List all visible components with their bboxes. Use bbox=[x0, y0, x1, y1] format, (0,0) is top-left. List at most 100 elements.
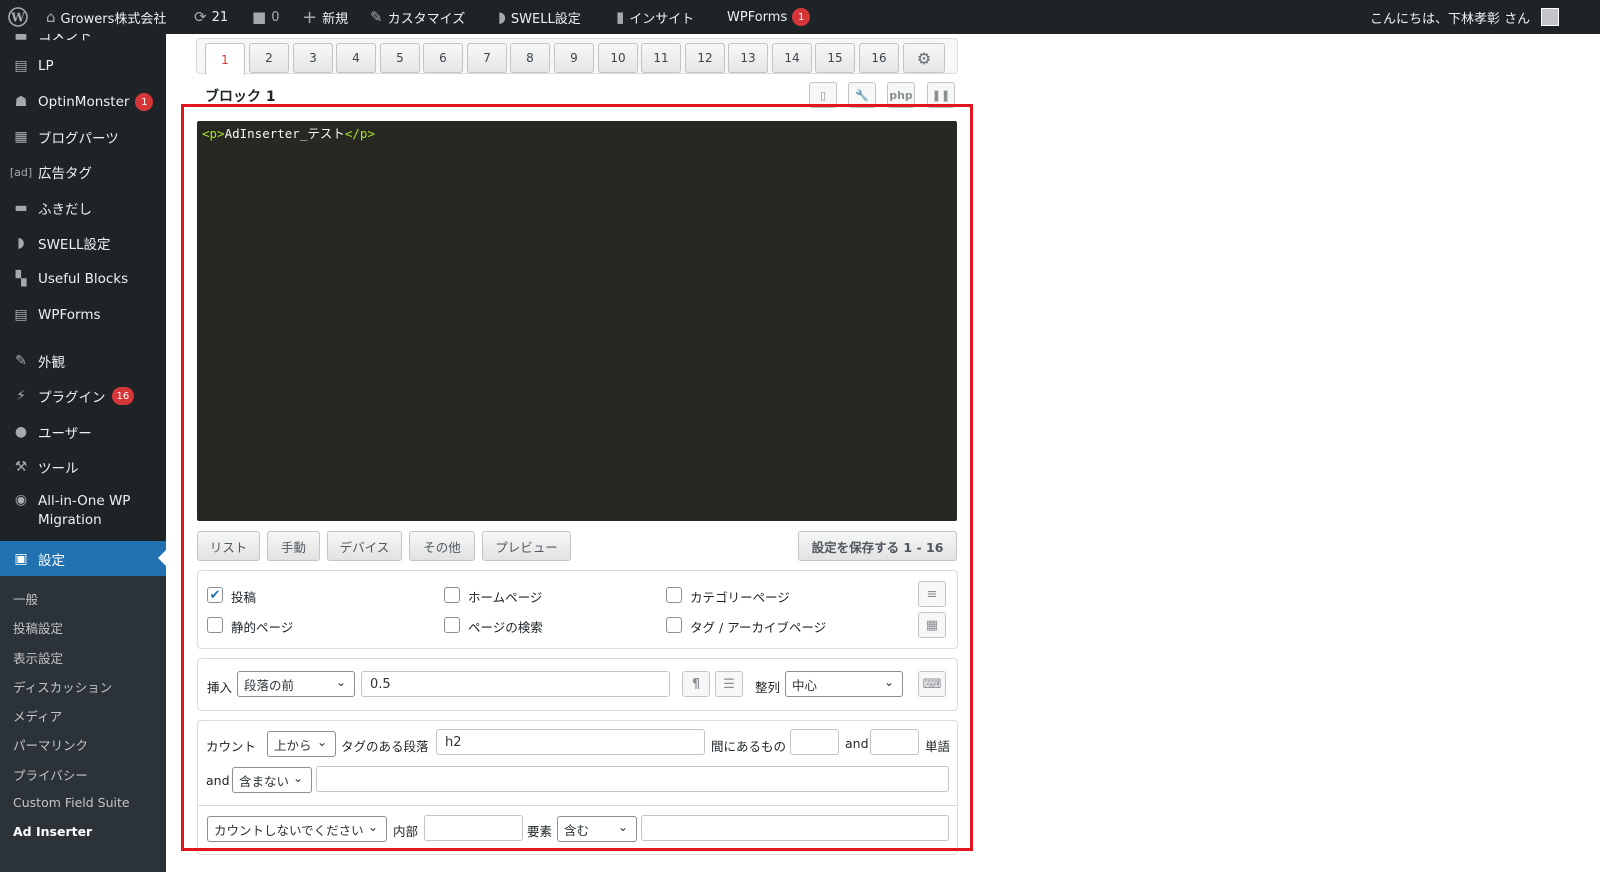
tab-8[interactable]: 8 bbox=[510, 43, 550, 73]
current-arrow bbox=[158, 550, 166, 566]
php-toggle-button[interactable]: php bbox=[887, 82, 915, 108]
include-select[interactable]: 含む ⌄ bbox=[557, 816, 637, 842]
sidebar-item-lp[interactable]: ▤ LP bbox=[0, 54, 166, 78]
submenu-discussion[interactable]: ディスカッション bbox=[13, 677, 112, 696]
sidebar-item-migration[interactable]: ◉ All-in-One WP Migration bbox=[0, 492, 166, 532]
tag-archive-label: タグ / アーカイブページ bbox=[690, 620, 827, 635]
comments-link[interactable]: ■ 0 bbox=[252, 0, 279, 34]
manual-button[interactable]: 手動 bbox=[267, 531, 320, 561]
chevron-down-icon: ⌄ bbox=[883, 675, 894, 689]
settings-gear-icon[interactable]: ⚙ bbox=[903, 43, 945, 73]
ad-icon: [ad] bbox=[9, 165, 33, 179]
new-content-link[interactable]: + 新規 bbox=[302, 0, 348, 34]
user-greeting[interactable]: こんにちは、下林孝彰 さん bbox=[1370, 0, 1560, 34]
other-button[interactable]: その他 bbox=[409, 531, 475, 561]
posts-checkbox[interactable]: ✔ bbox=[207, 587, 223, 603]
search-page-checkbox[interactable] bbox=[444, 617, 460, 633]
device-button[interactable]: デバイス bbox=[327, 531, 402, 561]
brush-icon: ✎ bbox=[370, 8, 383, 26]
contains-select[interactable]: 含まない ⌄ bbox=[232, 767, 312, 793]
sidebar-item-blog-parts[interactable]: ▦ ブログパーツ bbox=[0, 125, 166, 149]
tab-7[interactable]: 7 bbox=[467, 43, 507, 73]
widget-icon[interactable]: ▯ bbox=[809, 82, 837, 108]
max-words-input[interactable] bbox=[870, 729, 919, 755]
tab-12[interactable]: 12 bbox=[685, 43, 725, 73]
sidebar-item-useful-blocks[interactable]: ▚ Useful Blocks bbox=[0, 267, 166, 291]
sidebar-item-ad-tag[interactable]: [ad] 広告タグ bbox=[0, 160, 166, 184]
preview-button[interactable]: プレビュー bbox=[482, 531, 571, 561]
sidebar-item-comments[interactable]: ■ コメント bbox=[0, 34, 166, 44]
submenu-privacy[interactable]: プライバシー bbox=[13, 765, 88, 784]
keyboard-icon[interactable]: ⌨ bbox=[918, 671, 946, 697]
min-words-input[interactable] bbox=[790, 729, 839, 755]
save-settings-button[interactable]: 設定を保存する 1 - 16 bbox=[798, 531, 957, 561]
customize-link[interactable]: ✎ カスタマイズ bbox=[370, 0, 465, 34]
sidebar-item-optinmonster[interactable]: ☗ OptinMonster 1 bbox=[0, 90, 166, 114]
submenu-general[interactable]: 一般 bbox=[13, 589, 38, 608]
element-input[interactable] bbox=[641, 815, 949, 841]
comment-icon: ■ bbox=[14, 34, 28, 42]
tab-6[interactable]: 6 bbox=[423, 43, 463, 73]
submenu-permalink[interactable]: パーマリンク bbox=[13, 735, 88, 754]
submenu-reading[interactable]: 表示設定 bbox=[13, 648, 63, 667]
code-line: <p>AdInserter_テスト</p> bbox=[202, 126, 375, 141]
sidebar-item-swell[interactable]: ◗ SWELL設定 bbox=[0, 231, 166, 255]
refresh-icon: ⟳ bbox=[194, 8, 207, 26]
wordpress-logo-icon[interactable]: W bbox=[8, 0, 28, 34]
qr-grid-icon[interactable]: ▦ bbox=[918, 612, 946, 638]
no-count-select[interactable]: カウントしないでください ⌄ bbox=[207, 816, 387, 842]
wrench-icon[interactable]: 🔧 bbox=[848, 82, 876, 108]
insertion-select[interactable]: 段落の前 ⌄ bbox=[237, 671, 355, 697]
tab-15[interactable]: 15 bbox=[815, 43, 855, 73]
tag-input[interactable]: h2 bbox=[436, 729, 705, 755]
tab-11[interactable]: 11 bbox=[641, 43, 681, 73]
tab-16[interactable]: 16 bbox=[859, 43, 899, 73]
tab-4[interactable]: 4 bbox=[336, 43, 376, 73]
sidebar-item-balloon[interactable]: ▬ ふきだし bbox=[0, 196, 166, 220]
updates-link[interactable]: ⟳ 21 bbox=[194, 0, 228, 34]
sidebar-item-wpforms[interactable]: ▤ WPForms bbox=[0, 303, 166, 327]
tab-14[interactable]: 14 bbox=[772, 43, 812, 73]
wpforms-link[interactable]: WPForms 1 bbox=[727, 0, 811, 34]
paragraph-icon[interactable]: ¶ bbox=[682, 671, 710, 697]
tab-9[interactable]: 9 bbox=[554, 43, 594, 73]
swell-settings-link[interactable]: ◗ SWELL設定 bbox=[498, 0, 581, 34]
category-page-label: カテゴリーページ bbox=[690, 590, 790, 605]
category-page-checkbox[interactable] bbox=[666, 587, 682, 603]
sidebar-item-appearance[interactable]: ✎ 外観 bbox=[0, 349, 166, 373]
tab-3[interactable]: 3 bbox=[293, 43, 333, 73]
code-editor[interactable]: <p>AdInserter_テスト</p> bbox=[197, 121, 957, 521]
alignment-select[interactable]: 中心 ⌄ bbox=[785, 671, 903, 697]
submenu-writing[interactable]: 投稿設定 bbox=[13, 618, 63, 637]
sidebar-item-tools[interactable]: ⚒ ツール bbox=[0, 455, 166, 479]
sidebar-item-settings[interactable]: ▣ 設定 bbox=[0, 541, 166, 576]
tag-archive-checkbox[interactable] bbox=[666, 617, 682, 633]
list-lines-icon[interactable]: ≡ bbox=[918, 581, 946, 607]
sidebar-item-users[interactable]: ● ユーザー bbox=[0, 420, 166, 444]
tab-13[interactable]: 13 bbox=[728, 43, 768, 73]
list-button[interactable]: リスト bbox=[197, 531, 260, 561]
static-page-checkbox[interactable] bbox=[207, 617, 223, 633]
tab-2[interactable]: 2 bbox=[249, 43, 289, 73]
insert-label: 挿入 bbox=[207, 680, 233, 695]
homepage-checkbox[interactable] bbox=[444, 587, 460, 603]
insight-link[interactable]: ▮ インサイト bbox=[616, 0, 694, 34]
tab-10[interactable]: 10 bbox=[598, 43, 638, 73]
submenu-media[interactable]: メディア bbox=[13, 706, 62, 725]
tab-5[interactable]: 5 bbox=[380, 43, 420, 73]
direction-select[interactable]: 上から ⌄ bbox=[267, 731, 336, 757]
submenu-ad-inserter[interactable]: Ad Inserter bbox=[13, 824, 92, 839]
paragraph-number-input[interactable]: 0.5 bbox=[361, 671, 670, 697]
homepage-label: ホームページ bbox=[468, 590, 543, 605]
pause-icon[interactable]: ❚❚ bbox=[927, 82, 955, 108]
form-icon: ▤ bbox=[14, 307, 28, 323]
site-name-link[interactable]: ⌂ Growers株式会社 bbox=[46, 0, 166, 34]
text-filter-input[interactable] bbox=[316, 766, 949, 792]
between-label: 間にあるもの bbox=[711, 739, 787, 754]
inside-input[interactable] bbox=[424, 815, 523, 841]
words-label: 単語 bbox=[925, 739, 951, 754]
sidebar-item-plugins[interactable]: ⚡ プラグイン 16 bbox=[0, 384, 166, 408]
tab-1[interactable]: 1 bbox=[205, 43, 245, 76]
indent-icon[interactable]: ☰ bbox=[715, 671, 743, 697]
submenu-custom-field-suite[interactable]: Custom Field Suite bbox=[13, 795, 130, 810]
